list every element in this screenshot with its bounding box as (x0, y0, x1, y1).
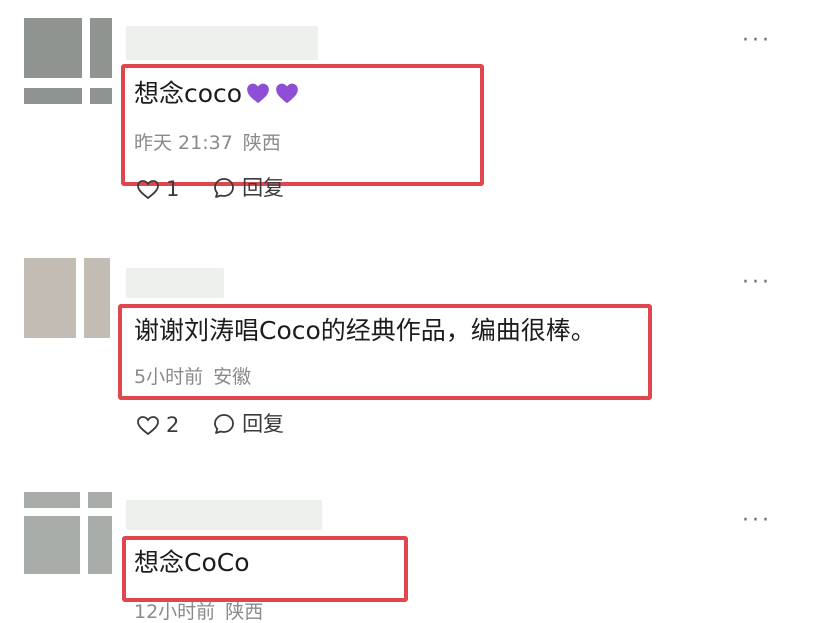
avatar[interactable] (24, 492, 114, 580)
comment-location: 陕西 (225, 601, 264, 623)
comment-time: 12小时前 (134, 601, 216, 623)
comment-meta: 12小时前 陕西 (134, 603, 263, 622)
more-dots-icon[interactable]: ··· (742, 510, 772, 532)
comment-text-label: 想念CoCo (134, 548, 250, 577)
comment-item: ··· 想念CoCo 12小时前 陕西 (0, 0, 816, 622)
comment-text: 想念CoCo (134, 550, 250, 575)
username-blurred (126, 500, 322, 530)
